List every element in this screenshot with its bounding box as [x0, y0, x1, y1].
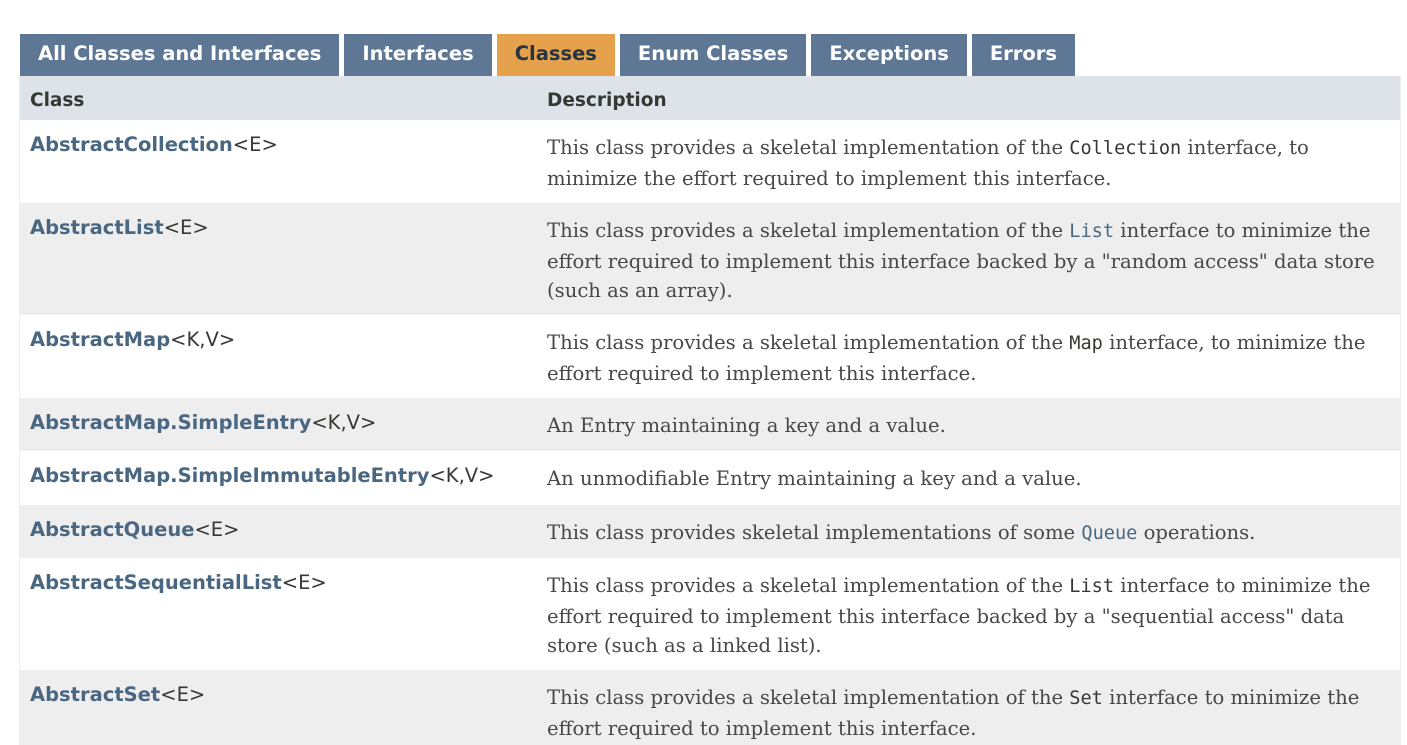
tab-errors[interactable]: Errors: [971, 34, 1076, 76]
description-cell: This class provides a skeletal implement…: [537, 670, 1400, 745]
table-row: AbstractSet<E> This class provides a ske…: [20, 670, 1400, 745]
class-cell: AbstractSequentialList<E>: [20, 558, 537, 670]
code-reference-link[interactable]: List: [1069, 221, 1114, 242]
description-text: This class provides a skeletal implement…: [547, 574, 1070, 597]
description-cell: An Entry maintaining a key and a value.: [537, 398, 1400, 451]
class-summary-table: Class Description AbstractCollection<E> …: [19, 76, 1401, 745]
class-link[interactable]: AbstractSet: [30, 683, 160, 706]
class-cell: AbstractQueue<E>: [20, 505, 537, 558]
type-parameters: <E>: [160, 683, 206, 706]
class-cell: AbstractCollection<E>: [20, 120, 537, 203]
code-reference: Set: [1069, 688, 1103, 709]
code-reference: List: [1069, 576, 1115, 597]
class-kind-tabs: All Classes and Interfaces Interfaces Cl…: [20, 34, 1080, 76]
tab-enum-classes[interactable]: Enum Classes: [619, 34, 807, 76]
table-row: AbstractCollection<E> This class provide…: [20, 120, 1400, 203]
class-link[interactable]: AbstractMap: [30, 328, 170, 351]
type-parameters: <K,V>: [170, 328, 236, 351]
description-text: This class provides a skeletal implement…: [547, 686, 1070, 709]
table-row: AbstractMap<K,V> This class provides a s…: [20, 315, 1400, 398]
type-parameters: <E>: [194, 518, 240, 541]
code-reference: Collection: [1069, 138, 1182, 159]
class-cell: AbstractMap.SimpleEntry<K,V>: [20, 398, 537, 451]
description-text: This class provides skeletal implementat…: [547, 521, 1082, 544]
class-link[interactable]: AbstractMap.SimpleEntry: [30, 411, 311, 434]
class-cell: AbstractMap<K,V>: [20, 315, 537, 398]
description-text: This class provides a skeletal implement…: [547, 219, 1070, 242]
class-link[interactable]: AbstractCollection: [30, 133, 233, 156]
class-cell: AbstractList<E>: [20, 203, 537, 315]
tab-classes[interactable]: Classes: [496, 34, 615, 76]
tab-interfaces[interactable]: Interfaces: [344, 34, 492, 76]
class-link[interactable]: AbstractList: [30, 216, 164, 239]
table-row: AbstractSequentialList<E> This class pro…: [20, 558, 1400, 670]
tab-exceptions[interactable]: Exceptions: [811, 34, 967, 76]
column-header-class: Class: [30, 90, 85, 111]
table-row: AbstractQueue<E> This class provides ske…: [20, 505, 1400, 558]
description-text: This class provides a skeletal implement…: [547, 331, 1070, 354]
description-cell: This class provides a skeletal implement…: [537, 203, 1400, 315]
table-row: AbstractMap.SimpleEntry<K,V> An Entry ma…: [20, 398, 1400, 451]
description-text: This class provides a skeletal implement…: [547, 136, 1070, 159]
class-link[interactable]: AbstractMap.SimpleImmutableEntry: [30, 464, 429, 487]
class-cell: AbstractSet<E>: [20, 670, 537, 745]
column-header-description: Description: [547, 90, 667, 111]
class-link[interactable]: AbstractSequentialList: [30, 571, 282, 594]
description-text: An unmodifiable Entry maintaining a key …: [547, 467, 1082, 490]
class-link[interactable]: AbstractQueue: [30, 518, 194, 541]
type-parameters: <K,V>: [429, 464, 495, 487]
type-parameters: <E>: [281, 571, 327, 594]
description-cell: This class provides a skeletal implement…: [537, 558, 1400, 670]
table-row: AbstractList<E> This class provides a sk…: [20, 203, 1400, 315]
table-header: Class Description: [20, 76, 1400, 120]
type-parameters: <E>: [163, 216, 209, 239]
tab-all-classes-and-interfaces[interactable]: All Classes and Interfaces: [20, 34, 340, 76]
type-parameters: <K,V>: [311, 411, 377, 434]
description-cell: This class provides a skeletal implement…: [537, 315, 1400, 398]
description-cell: This class provides a skeletal implement…: [537, 120, 1400, 203]
type-parameters: <E>: [232, 133, 278, 156]
code-reference-link[interactable]: Queue: [1081, 523, 1137, 544]
description-cell: This class provides skeletal implementat…: [537, 505, 1400, 558]
description-text: operations.: [1137, 521, 1256, 544]
table-row: AbstractMap.SimpleImmutableEntry<K,V> An…: [20, 451, 1400, 505]
code-reference: Map: [1069, 333, 1103, 354]
class-cell: AbstractMap.SimpleImmutableEntry<K,V>: [20, 451, 537, 505]
description-text: An Entry maintaining a key and a value.: [547, 414, 946, 437]
description-cell: An unmodifiable Entry maintaining a key …: [537, 451, 1400, 505]
